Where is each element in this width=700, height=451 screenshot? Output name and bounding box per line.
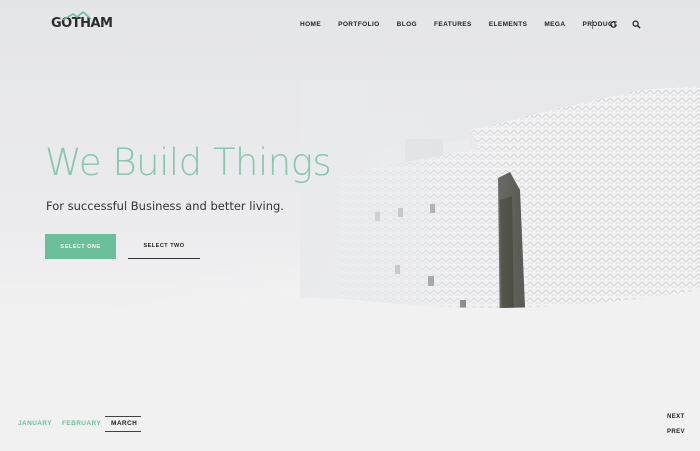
site-header: GOTHAM HOME PORTFOLIO BLOG FEATURES ELEM… (0, 0, 700, 52)
nav-item-home[interactable]: HOME (300, 21, 321, 28)
hero-subtitle: For successful Business and better livin… (46, 199, 284, 213)
main-nav: HOME PORTFOLIO BLOG FEATURES ELEMENTS ME… (300, 21, 634, 28)
logo[interactable]: GOTHAM (51, 11, 113, 31)
next-slide-link[interactable]: NEXT (667, 414, 685, 420)
nav-item-features[interactable]: FEATURES (434, 21, 472, 28)
frozen-building-image (0, 80, 700, 451)
select-one-button[interactable]: SELECT ONE (45, 234, 116, 259)
hero-title: We Build Things (45, 141, 332, 184)
nav-item-blog[interactable]: BLOG (397, 21, 417, 28)
refresh-icon[interactable] (609, 20, 618, 29)
nav-divider (592, 20, 593, 29)
prev-slide-link[interactable]: PREV (667, 429, 685, 435)
nav-item-mega[interactable]: MEGA (544, 21, 565, 28)
month-tab-january[interactable]: JANUARY (18, 420, 52, 427)
month-tab-february[interactable]: FEBRUARY (62, 420, 101, 427)
search-icon[interactable] (632, 20, 641, 29)
month-tab-march[interactable]: MARCH (111, 420, 137, 427)
logo-mountain-icon (62, 11, 92, 21)
nav-item-elements[interactable]: ELEMENTS (489, 21, 528, 28)
select-two-button[interactable]: SELECT TWO (128, 234, 200, 259)
nav-item-portfolio[interactable]: PORTFOLIO (338, 21, 380, 28)
